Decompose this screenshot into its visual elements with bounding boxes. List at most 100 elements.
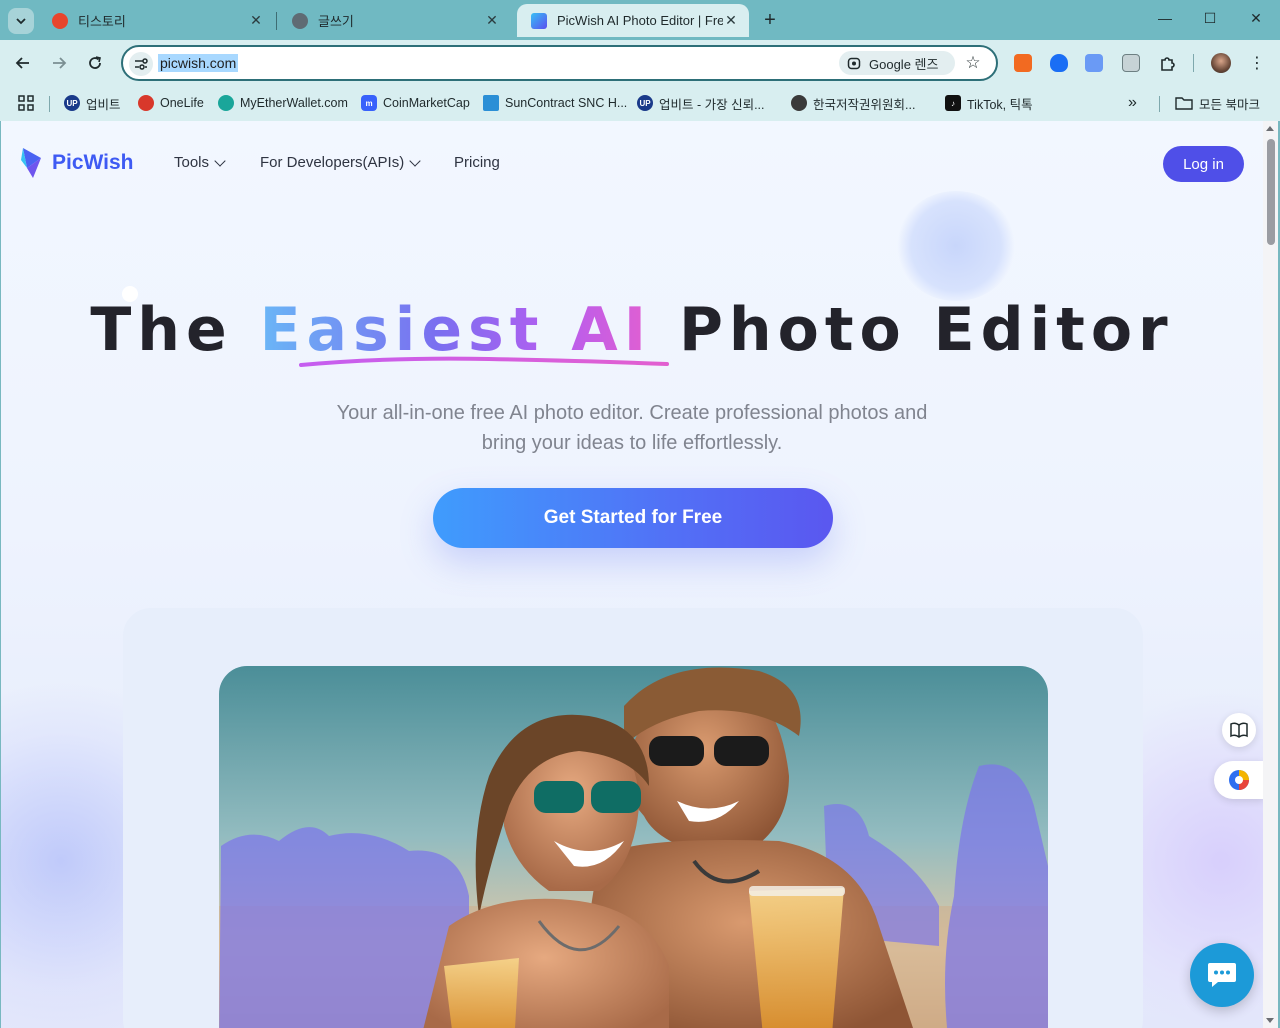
tune-icon <box>135 58 148 70</box>
bookmark-label: 모든 북마크 <box>1199 97 1260 112</box>
reading-mode-button[interactable] <box>1222 713 1256 747</box>
tiktok-icon: ♪ <box>945 95 961 111</box>
chat-support-button[interactable] <box>1190 943 1254 1007</box>
hero-subtitle-line: Your all-in-one free AI photo editor. Cr… <box>336 402 928 424</box>
close-icon[interactable]: ✕ <box>248 12 264 29</box>
bookmarks-divider <box>49 96 50 112</box>
forward-button[interactable] <box>47 51 71 75</box>
tab-title: 글쓰기 <box>318 14 354 29</box>
tistory-favicon-icon <box>52 12 68 29</box>
nav-pricing[interactable]: Pricing <box>454 154 500 171</box>
lens-label: Google 렌즈 <box>869 56 939 72</box>
bookmark-tiktok[interactable]: ♪ TikTok, 틱톡 <box>945 92 1033 114</box>
globe-icon <box>292 12 308 29</box>
new-tab-button[interactable]: + <box>760 10 780 30</box>
extension-ex-icon[interactable] <box>1014 54 1032 72</box>
hero-title-suffix: Photo Editor <box>652 295 1174 365</box>
picwish-logo[interactable]: PicWish <box>19 146 134 180</box>
showcase-photo <box>219 666 1048 1028</box>
bookmark-label: 업비트 <box>86 97 121 112</box>
maximize-icon[interactable]: ☐ <box>1200 10 1220 30</box>
minimize-icon[interactable]: — <box>1155 10 1175 30</box>
coinmarketcap-icon: m <box>361 95 377 111</box>
back-button[interactable] <box>11 51 35 75</box>
site-info-button[interactable] <box>129 52 153 76</box>
tab-search-button[interactable] <box>8 8 34 34</box>
tab-tistory[interactable]: 티스토리 ✕ <box>38 4 274 37</box>
picwish-logo-icon <box>21 148 41 178</box>
bookmark-label: 한국저작권위원회... <box>813 97 916 112</box>
more-menu-icon[interactable]: ⋮ <box>1245 51 1269 75</box>
bookmarks-divider <box>1159 96 1160 112</box>
hero-subtitle: Your all-in-one free AI photo editor. Cr… <box>1 398 1263 458</box>
bookmark-label: MyEtherWallet.com <box>240 96 348 110</box>
bookmark-coinmarketcap[interactable]: m CoinMarketCap <box>361 92 470 114</box>
translate-icon[interactable] <box>1085 54 1103 72</box>
tab-picwish[interactable]: PicWish AI Photo Editor | Free ✕ <box>517 4 749 37</box>
chat-bubble-icon <box>1208 963 1236 987</box>
page-scrollbar[interactable] <box>1263 121 1278 1028</box>
bookmark-myetherwallet[interactable]: MyEtherWallet.com <box>218 92 348 114</box>
suncontract-icon <box>483 95 499 111</box>
close-icon[interactable]: ✕ <box>723 12 739 29</box>
browser-toolbar: picwish.com Google 렌즈 ☆ ⋮ <box>0 40 1280 86</box>
scroll-up-arrow-icon[interactable] <box>1266 126 1274 131</box>
bookmark-star-icon[interactable]: ☆ <box>963 53 983 73</box>
nav-developers[interactable]: For Developers(APIs) <box>260 154 421 171</box>
bookmark-onelife[interactable]: OneLife <box>138 92 204 114</box>
shield-extension-icon[interactable] <box>1050 54 1068 72</box>
arrow-right-icon <box>53 57 67 69</box>
tab-write[interactable]: 글쓰기 ✕ <box>278 4 510 37</box>
login-button[interactable]: Log in <box>1163 146 1244 182</box>
web-page: PicWish Tools For Developers(APIs) Prici… <box>1 121 1278 1028</box>
upbit-icon: UP <box>637 95 653 111</box>
hero-title-prefix: The <box>90 295 260 365</box>
chevron-down-icon <box>409 154 421 167</box>
url-text[interactable]: picwish.com <box>158 54 239 72</box>
extensions-puzzle-icon[interactable] <box>1156 51 1180 75</box>
bookmark-upbit-trusted[interactable]: UP 업비트 - 가장 신뢰... <box>637 92 765 114</box>
globe-icon <box>791 95 807 111</box>
nav-tools[interactable]: Tools <box>174 154 226 171</box>
browser-chrome: 티스토리 ✕ 글쓰기 ✕ PicWish AI Photo Editor | F… <box>0 0 1280 121</box>
window-close-icon[interactable]: ✕ <box>1246 10 1266 30</box>
bookmark-label: CoinMarketCap <box>383 96 470 110</box>
extension-widget-button[interactable] <box>1214 761 1264 799</box>
tab-title: 티스토리 <box>78 14 126 29</box>
color-wheel-icon <box>1229 770 1249 790</box>
apps-grid-icon[interactable] <box>18 92 34 114</box>
bookmark-copyright-commission[interactable]: 한국저작권위원회... <box>791 92 915 114</box>
lens-icon <box>847 57 861 70</box>
close-icon[interactable]: ✕ <box>484 12 500 29</box>
reload-button[interactable] <box>83 51 107 75</box>
all-bookmarks-button[interactable]: 모든 북마크 <box>1175 92 1260 114</box>
bookmark-upbit[interactable]: UP 업비트 <box>64 92 121 114</box>
scroll-down-arrow-icon[interactable] <box>1266 1018 1274 1023</box>
nav-pricing-label: Pricing <box>454 154 500 171</box>
bookmark-label: SunContract SNC H... <box>505 96 628 110</box>
google-lens-button[interactable]: Google 렌즈 <box>839 51 955 75</box>
tab-divider <box>276 12 277 30</box>
onelife-icon <box>138 95 154 111</box>
toolbar-divider <box>1193 54 1194 72</box>
upbit-icon: UP <box>64 95 80 111</box>
nav-developers-label: For Developers(APIs) <box>260 154 405 171</box>
book-icon <box>1230 722 1248 738</box>
brush-underline <box>299 356 669 367</box>
myetherwallet-icon <box>218 95 234 111</box>
bookmark-label: TikTok, 틱톡 <box>967 97 1033 112</box>
bookmark-suncontract[interactable]: SunContract SNC H... <box>483 92 627 114</box>
get-started-button[interactable]: Get Started for Free <box>433 488 833 548</box>
photo-illustration <box>219 666 1048 1028</box>
scrollbar-thumb[interactable] <box>1267 139 1275 245</box>
chevron-down-icon <box>16 18 26 25</box>
folder-icon <box>1175 97 1193 110</box>
picwish-favicon-icon <box>531 12 547 29</box>
bookmark-label: OneLife <box>160 96 204 110</box>
profile-avatar[interactable] <box>1211 53 1231 73</box>
hero-subtitle-line: bring your ideas to life effortlessly. <box>481 432 783 454</box>
bookmarks-overflow-icon[interactable]: » <box>1128 92 1137 114</box>
address-bar[interactable]: picwish.com Google 렌즈 ☆ <box>121 45 998 81</box>
nav-tools-label: Tools <box>174 154 210 171</box>
cast-icon[interactable] <box>1122 54 1140 72</box>
